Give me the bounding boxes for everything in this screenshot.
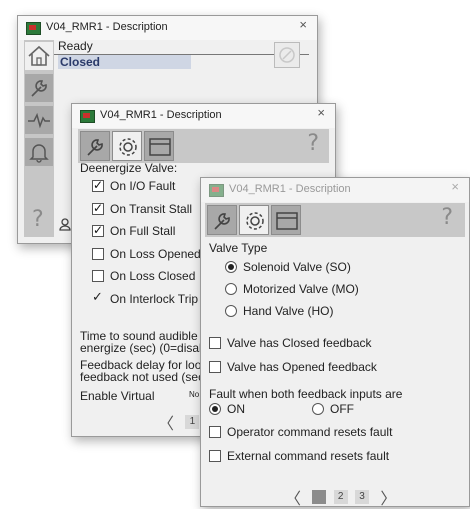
- trends-button[interactable]: [25, 106, 53, 134]
- radio-button[interactable]: [225, 305, 237, 317]
- window-title: V04_RMR1 - Description: [46, 21, 168, 33]
- trend-icon: [28, 112, 50, 129]
- fault-label: Fault when both feedback inputs are: [209, 387, 403, 401]
- page-1-button[interactable]: 1: [312, 490, 327, 504]
- pager: 〈 1 2 3 〉: [279, 485, 402, 509]
- radio-button[interactable]: [209, 403, 221, 415]
- faceplate-icon: [26, 22, 41, 35]
- wrench-icon: [31, 80, 47, 97]
- valve-type-label: Valve Type: [209, 241, 268, 255]
- reset-button[interactable]: [274, 42, 300, 68]
- title-bar: V04_RMR1 - Description ×: [201, 178, 469, 202]
- toolbar: ?: [78, 129, 329, 163]
- faceplate-icon: [276, 212, 298, 230]
- checkbox[interactable]: [92, 201, 104, 215]
- faceplate-icon: [149, 138, 171, 156]
- maintenance-button[interactable]: [25, 74, 53, 102]
- prev-page-button[interactable]: 〈: [285, 485, 301, 509]
- alarms-button[interactable]: [25, 138, 53, 166]
- faceplate-tab[interactable]: [144, 131, 174, 161]
- state-field: Closed: [58, 55, 191, 69]
- title-bar: V04_RMR1 - Description ×: [72, 104, 335, 128]
- window-title: V04_RMR1 - Description: [229, 183, 351, 195]
- checkbox[interactable]: [209, 426, 221, 438]
- radio-button[interactable]: [225, 283, 237, 295]
- close-button[interactable]: ×: [451, 179, 459, 194]
- faceplate-icon: [80, 110, 95, 123]
- reset-icon: [279, 47, 295, 63]
- user-button[interactable]: [58, 215, 72, 235]
- radio-button[interactable]: [312, 403, 324, 415]
- configuration-tab[interactable]: [112, 131, 142, 161]
- gear-icon: [246, 212, 264, 230]
- checkbox[interactable]: [92, 223, 104, 237]
- status-bar: Ready: [54, 39, 309, 55]
- checkbox[interactable]: [209, 361, 221, 373]
- checkbox[interactable]: [209, 337, 221, 349]
- section-label: Deenergize Valve:: [80, 161, 178, 175]
- wrench-icon: [87, 139, 103, 156]
- prev-page-button[interactable]: 〈: [158, 410, 174, 434]
- help-icon[interactable]: ?: [441, 205, 453, 230]
- radio-button[interactable]: [225, 261, 237, 273]
- checkbox[interactable]: [92, 178, 104, 192]
- left-nav: ?: [24, 40, 54, 237]
- next-page-button[interactable]: 〉: [380, 485, 396, 509]
- description-window-3: V04_RMR1 - Description × ? Valve Type So…: [200, 177, 470, 509]
- home-button[interactable]: [25, 42, 53, 70]
- page-2-button[interactable]: 2: [333, 490, 348, 504]
- maintenance-tab[interactable]: [207, 205, 237, 235]
- close-button[interactable]: ×: [317, 105, 325, 120]
- help-icon[interactable]: ?: [307, 131, 319, 156]
- checkbox[interactable]: [92, 248, 104, 260]
- page-3-button[interactable]: 3: [355, 490, 370, 504]
- checkbox[interactable]: [209, 450, 221, 462]
- faceplate-icon: [209, 184, 224, 197]
- check-icon: ✓: [92, 290, 103, 305]
- gear-icon: [119, 138, 137, 156]
- checkbox[interactable]: [92, 270, 104, 282]
- status-text: Ready: [58, 39, 93, 53]
- bell-icon: [29, 144, 49, 163]
- help-icon[interactable]: ?: [32, 207, 44, 232]
- user-icon: [59, 218, 71, 231]
- enable-virtual-value[interactable]: No: [189, 390, 199, 399]
- window-title: V04_RMR1 - Description: [100, 109, 222, 121]
- close-button[interactable]: ×: [299, 17, 307, 32]
- configuration-tab[interactable]: [239, 205, 269, 235]
- enable-virtual-label: Enable Virtual: [80, 389, 155, 403]
- state-text: Closed: [60, 55, 101, 69]
- faceplate-tab[interactable]: [271, 205, 301, 235]
- maintenance-tab[interactable]: [80, 131, 110, 161]
- home-icon: [28, 45, 50, 66]
- pager: 〈 1: [152, 410, 201, 434]
- toolbar: ?: [205, 203, 465, 237]
- page-1-button[interactable]: 1: [185, 415, 200, 429]
- title-bar: V04_RMR1 - Description ×: [18, 16, 317, 40]
- wrench-icon: [214, 213, 230, 230]
